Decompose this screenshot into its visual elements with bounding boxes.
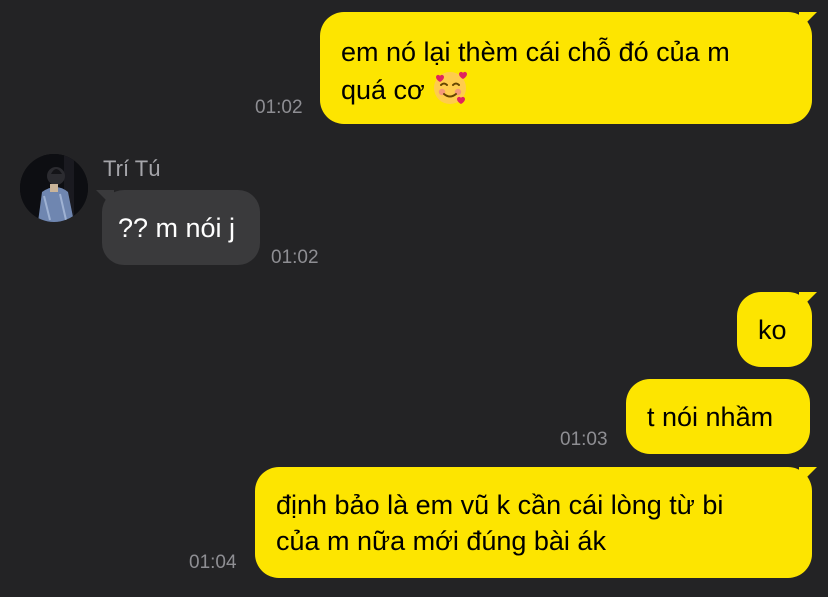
message-text: quá cơ xyxy=(341,75,425,105)
message-text-line: em nó lại thèm cái chỗ đó của m xyxy=(341,37,730,67)
message-text: ko xyxy=(758,315,787,345)
message-text-line: quá cơ xyxy=(341,70,790,108)
avatar[interactable] xyxy=(20,154,88,222)
message-text-line: của m nữa mới đúng bài ák xyxy=(276,526,606,556)
outgoing-message-bubble[interactable]: định bảo là em vũ k cần cái lòng từ bi c… xyxy=(255,467,812,578)
outgoing-message-bubble[interactable]: t nói nhầm xyxy=(626,379,810,454)
message-time: 01:03 xyxy=(560,429,608,450)
message-time: 01:02 xyxy=(255,97,303,118)
message-text: t nói nhầm xyxy=(647,402,774,432)
smiling-face-with-hearts-icon xyxy=(434,71,468,104)
message-time: 01:04 xyxy=(189,552,237,573)
message-text: ?? m nói j xyxy=(118,213,236,243)
sender-name: Trí Tú xyxy=(103,156,161,181)
incoming-message-bubble[interactable]: ?? m nói j xyxy=(102,190,260,265)
message-text-line: định bảo là em vũ k cần cái lòng từ bi xyxy=(276,490,724,520)
message-time: 01:02 xyxy=(271,247,319,268)
avatar-photo-icon xyxy=(20,154,88,222)
outgoing-message-bubble[interactable]: em nó lại thèm cái chỗ đó của m quá cơ xyxy=(320,12,812,124)
